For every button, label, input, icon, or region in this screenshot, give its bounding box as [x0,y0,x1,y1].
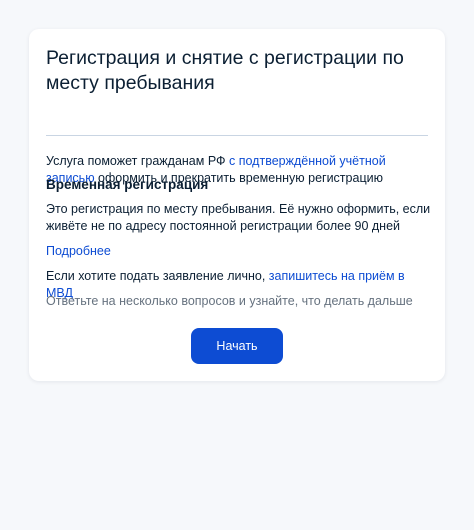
more-paragraph: Подробнее [46,243,431,260]
section-heading: Временная регистрация [46,177,209,192]
more-link[interactable]: Подробнее [46,244,111,258]
in-person-text: Если хотите подать заявление лично, [46,269,269,283]
divider [46,135,428,136]
start-button[interactable]: Начать [191,328,283,364]
hint-text: Ответьте на несколько вопросов и узнайте… [46,294,413,308]
section-description: Это регистрация по месту пребывания. Её … [46,202,431,233]
intro-text: Услуга поможет гражданам РФ [46,154,229,168]
page-title: Регистрация и снятие с регистрации по ме… [46,47,404,94]
service-card: Регистрация и снятие с регистрации по ме… [29,29,445,381]
